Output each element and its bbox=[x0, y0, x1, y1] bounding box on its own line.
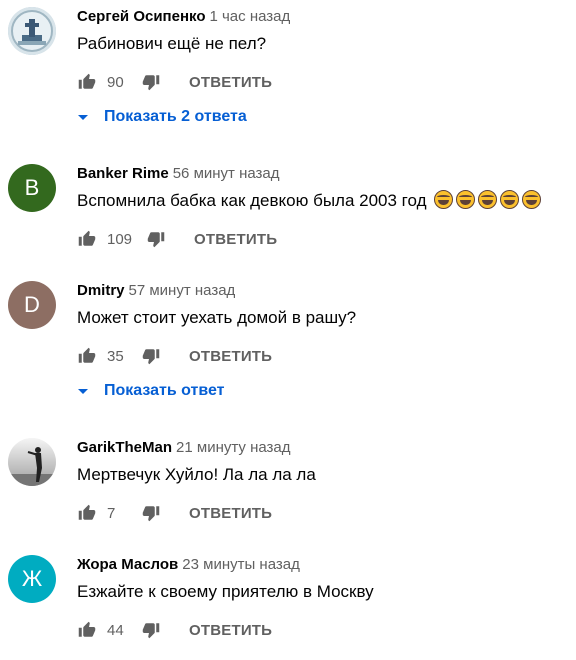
reply-button[interactable]: ОТВЕТИТЬ bbox=[189, 505, 272, 522]
comment-actions: 90 ОТВЕТИТЬ bbox=[77, 70, 272, 94]
thumb-up-icon[interactable] bbox=[77, 229, 97, 249]
reply-button[interactable]: ОТВЕТИТЬ bbox=[189, 348, 272, 365]
avatar-letter: B bbox=[24, 175, 40, 200]
comment-text: Мертвечук Хуйло! Ла ла ла ла bbox=[77, 465, 316, 484]
comment-actions: 109 ОТВЕТИТЬ bbox=[77, 227, 277, 251]
comment-time[interactable]: 57 минут назад bbox=[129, 282, 236, 299]
thumb-down-icon[interactable] bbox=[141, 503, 161, 523]
show-replies-button[interactable]: Показать ответ bbox=[78, 379, 225, 403]
chevron-down-icon bbox=[78, 388, 88, 394]
laughing-emoji-icon bbox=[522, 190, 542, 209]
chevron-down-icon bbox=[78, 114, 88, 120]
thumb-up-icon[interactable] bbox=[77, 503, 97, 523]
show-replies-label: Показать 2 ответа bbox=[104, 108, 247, 125]
like-count: 35 bbox=[107, 347, 124, 365]
comment-actions: 44 ОТВЕТИТЬ bbox=[77, 618, 272, 642]
thumb-down-icon[interactable] bbox=[146, 229, 166, 249]
like-count: 90 bbox=[107, 73, 124, 91]
avatar[interactable]: B bbox=[8, 164, 56, 212]
comment-author[interactable]: Banker Rime bbox=[77, 165, 169, 182]
comment-time[interactable]: 56 минут назад bbox=[173, 165, 280, 182]
like-count: 109 bbox=[107, 230, 133, 248]
comment-time[interactable]: 1 час назад bbox=[209, 8, 290, 25]
photo-avatar-icon bbox=[8, 7, 56, 55]
comment-time[interactable]: 23 минуты назад bbox=[182, 556, 300, 573]
laughing-emoji-icon bbox=[434, 190, 454, 209]
avatar-letter: Ж bbox=[21, 566, 43, 591]
thumb-down-icon[interactable] bbox=[141, 620, 161, 640]
comment-author[interactable]: Dmitry bbox=[77, 282, 125, 299]
thumb-down-icon[interactable] bbox=[141, 346, 161, 366]
comment-author[interactable]: GarikTheMan bbox=[77, 439, 172, 456]
laughing-emoji-icon bbox=[478, 190, 498, 209]
comment-text: Рабинович ещё не пел? bbox=[77, 34, 267, 53]
photo-avatar-icon bbox=[8, 438, 56, 486]
comment-text: Езжайте к своему приятелю в Москву bbox=[77, 582, 374, 601]
comment-author[interactable]: Жора Маслов bbox=[77, 556, 178, 573]
like-count: 7 bbox=[107, 504, 116, 522]
avatar[interactable] bbox=[8, 438, 56, 486]
comment-time[interactable]: 21 минуту назад bbox=[176, 439, 290, 456]
thumb-up-icon[interactable] bbox=[77, 620, 97, 640]
comment-author[interactable]: Сергей Осипенко bbox=[77, 8, 205, 25]
reply-button[interactable]: ОТВЕТИТЬ bbox=[194, 231, 277, 248]
thumb-up-icon[interactable] bbox=[77, 72, 97, 92]
avatar-letter: D bbox=[24, 292, 40, 317]
show-replies-label: Показать ответ bbox=[104, 382, 225, 399]
thumb-up-icon[interactable] bbox=[77, 346, 97, 366]
comment-actions: 35 ОТВЕТИТЬ bbox=[77, 344, 272, 368]
comment-actions: 7 ОТВЕТИТЬ bbox=[77, 501, 272, 525]
comment-text-body: Вспомнила бабка как девкою была 2003 год bbox=[77, 191, 427, 210]
reply-button[interactable]: ОТВЕТИТЬ bbox=[189, 622, 272, 639]
comment-text: Может стоит уехать домой в рашу? bbox=[77, 308, 357, 327]
like-count: 44 bbox=[107, 621, 124, 639]
reply-button[interactable]: ОТВЕТИТЬ bbox=[189, 74, 272, 91]
avatar[interactable] bbox=[8, 7, 56, 55]
comment-text: Вспомнила бабка как девкою была 2003 год bbox=[77, 190, 542, 212]
show-replies-button[interactable]: Показать 2 ответа bbox=[78, 105, 247, 129]
laughing-emoji-icon bbox=[456, 190, 476, 209]
avatar[interactable]: D bbox=[8, 281, 56, 329]
thumb-down-icon[interactable] bbox=[141, 72, 161, 92]
laughing-emoji-icon bbox=[500, 190, 520, 209]
avatar[interactable]: Ж bbox=[8, 555, 56, 603]
